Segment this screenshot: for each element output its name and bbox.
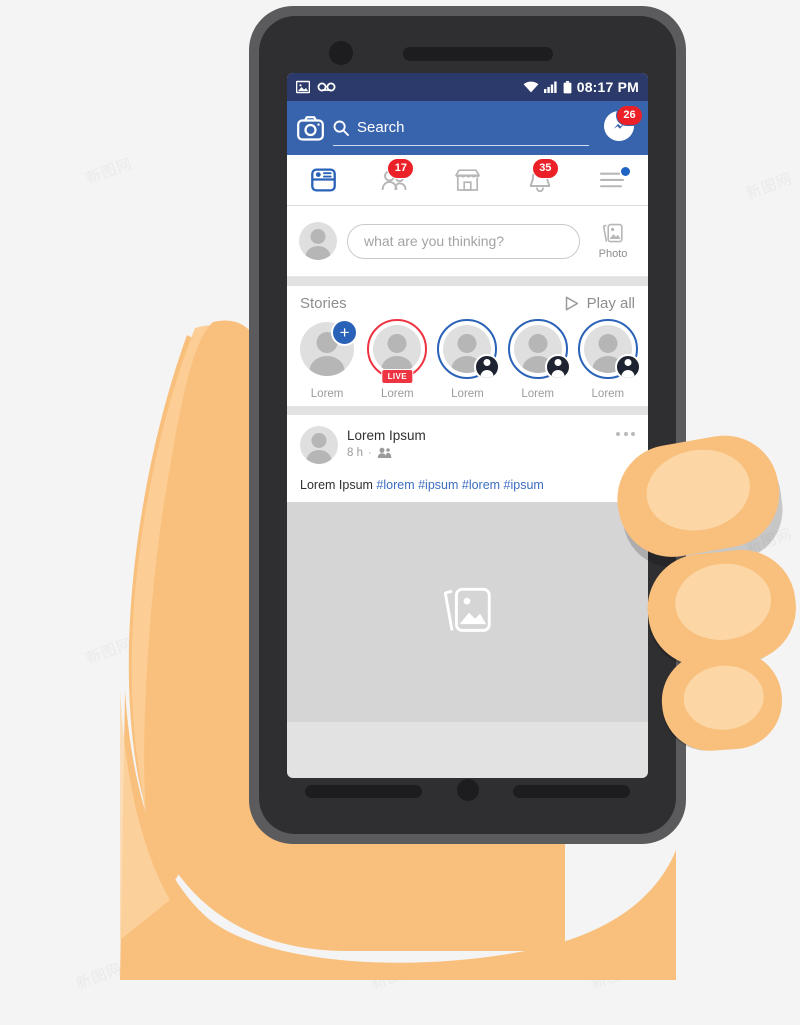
story-label: Lorem xyxy=(310,388,344,400)
feed-post: Lorem Ipsum 8 h · Lorem Ipsum #lorem #ip… xyxy=(287,415,648,502)
front-camera-icon xyxy=(329,41,353,65)
add-story-icon[interactable]: + xyxy=(331,319,359,346)
story-author-badge xyxy=(614,354,641,380)
story-item[interactable]: + Lorem xyxy=(296,319,359,400)
post-subheader: 8 h · xyxy=(347,447,607,459)
play-triangle-icon xyxy=(565,296,578,311)
mini-avatar-head xyxy=(554,359,562,366)
messenger-badge: 26 xyxy=(616,105,643,126)
post-meta: Lorem Ipsum 8 h · xyxy=(347,426,607,459)
post-body-text: Lorem Ipsum xyxy=(300,478,377,492)
mini-avatar-body xyxy=(551,370,565,378)
avatar-head xyxy=(387,334,407,353)
battery-icon xyxy=(563,80,572,93)
search-placeholder: Search xyxy=(357,119,405,136)
friends-audience-icon xyxy=(377,447,391,458)
scene: 新图网 新图网 新图网 新图网 新图网 新图网 新图网 新图网 新图网 新图网 xyxy=(0,0,800,1025)
post-composer: what are you thinking? Photo xyxy=(287,206,648,277)
live-badge: LIVE xyxy=(381,369,413,384)
play-all-button[interactable]: Play all xyxy=(565,295,635,312)
story-ring: + xyxy=(297,319,359,379)
news-feed-icon xyxy=(310,168,336,192)
story-label: Lorem xyxy=(591,388,625,400)
play-all-label: Play all xyxy=(586,295,635,312)
friends-badge: 17 xyxy=(387,158,415,179)
signal-icon xyxy=(543,81,557,93)
tab-news-feed[interactable] xyxy=(287,155,359,205)
notifications-badge: 35 xyxy=(531,158,559,179)
post-timestamp: 8 h xyxy=(347,447,363,459)
tab-bar: 17 35 xyxy=(287,155,648,206)
section-divider xyxy=(287,277,648,286)
story-item[interactable]: LIVE Lorem xyxy=(366,319,428,400)
status-time: 08:17 PM xyxy=(576,79,639,95)
post-separator: · xyxy=(368,447,372,459)
mini-avatar-body xyxy=(480,370,494,378)
avatar-head xyxy=(598,334,618,353)
story-author-badge xyxy=(474,354,501,380)
post-hashtags[interactable]: #lorem #ipsum #lorem #ipsum xyxy=(376,478,543,492)
earpiece-speaker xyxy=(403,47,553,61)
avatar-head xyxy=(457,334,477,353)
photo-label: Photo xyxy=(598,248,628,260)
messenger-button[interactable]: 26 xyxy=(604,105,643,145)
phone-screen: 08:17 PM Search 26 17 35 what are you th… xyxy=(287,73,648,778)
story-ring xyxy=(507,319,571,380)
mini-avatar-body xyxy=(621,370,635,378)
section-divider xyxy=(287,406,648,415)
composer-placeholder: what are you thinking? xyxy=(364,233,505,249)
app-bar: Search 26 xyxy=(287,101,648,155)
menu-notification-dot xyxy=(621,167,631,176)
stories-title: Stories xyxy=(300,295,347,312)
avatar-body xyxy=(306,450,332,464)
status-bar: 08:17 PM xyxy=(287,73,648,101)
search-input[interactable]: Search xyxy=(333,111,589,146)
avatar-head xyxy=(311,433,327,448)
composer-input[interactable]: what are you thinking? xyxy=(347,223,580,259)
photo-stack-icon xyxy=(602,223,623,243)
tab-menu[interactable] xyxy=(576,155,648,205)
tab-notifications[interactable]: 35 xyxy=(504,155,576,205)
camera-icon[interactable] xyxy=(297,115,324,141)
story-author-badge xyxy=(544,354,571,380)
tab-friends[interactable]: 17 xyxy=(359,155,431,205)
voicemail-icon xyxy=(317,82,336,92)
story-label: Lorem xyxy=(380,388,414,400)
avatar-head xyxy=(310,229,326,244)
tab-marketplace[interactable] xyxy=(431,155,503,205)
stories-list: + Lorem LIVE Lorem Lorem Lorem Lorem xyxy=(287,319,648,400)
watermark: 新图网 xyxy=(73,957,125,993)
avatar-body xyxy=(309,356,345,376)
story-item[interactable]: Lorem xyxy=(436,319,501,400)
hand-lower-palm xyxy=(120,690,676,980)
story-ring xyxy=(437,319,501,380)
wifi-icon xyxy=(523,81,539,93)
story-ring: LIVE xyxy=(367,319,428,384)
mini-avatar-head xyxy=(624,359,632,366)
avatar xyxy=(373,325,422,373)
marketplace-icon xyxy=(455,169,480,191)
photo-button[interactable]: Photo xyxy=(590,222,636,260)
story-label: Lorem xyxy=(521,388,554,400)
story-item[interactable]: Lorem xyxy=(507,319,571,400)
story-ring xyxy=(577,319,641,380)
post-body: Lorem Ipsum #lorem #ipsum #lorem #ipsum xyxy=(300,478,635,492)
watermark: 新图网 xyxy=(743,167,795,203)
mini-avatar-head xyxy=(483,359,491,366)
story-item[interactable]: Lorem xyxy=(577,319,641,400)
avatar[interactable] xyxy=(299,222,337,260)
photo-icon xyxy=(296,80,310,94)
photo-stack-icon xyxy=(443,587,491,632)
story-label: Lorem xyxy=(451,388,484,400)
stories-header: Stories Play all xyxy=(287,295,648,319)
watermark: 新图网 xyxy=(83,152,135,188)
avatar-body xyxy=(305,246,331,260)
stories-section: Stories Play all + Lorem LIVE Lorem Lore… xyxy=(287,286,648,406)
post-header: Lorem Ipsum 8 h · xyxy=(300,426,635,464)
avatar[interactable] xyxy=(300,426,338,464)
avatar-head xyxy=(528,334,548,353)
post-author[interactable]: Lorem Ipsum xyxy=(347,428,607,443)
post-image[interactable] xyxy=(287,502,648,722)
search-icon xyxy=(333,120,349,136)
